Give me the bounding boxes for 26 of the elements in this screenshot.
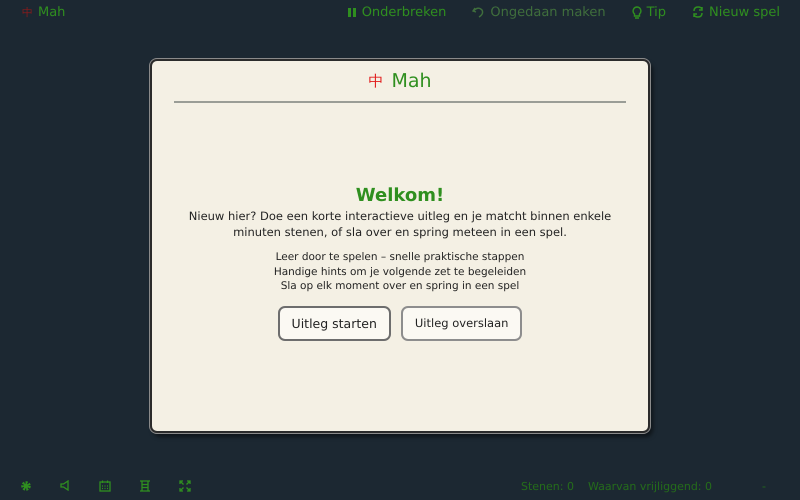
start-tutorial-button[interactable]: Uitleg starten xyxy=(278,306,391,340)
status-text: - xyxy=(762,480,766,492)
stat-text: Waarvan vrijliggend: 0 xyxy=(588,480,712,492)
calendar-icon[interactable] xyxy=(99,480,111,492)
stack-icon[interactable] xyxy=(139,480,151,492)
app-title: Mah xyxy=(38,4,66,20)
logo-glyph: 中 xyxy=(22,4,33,20)
lightbulb-icon xyxy=(632,6,642,18)
feature-text: Handige hints om je volgende zet te begeleiden xyxy=(274,264,526,279)
undo-icon xyxy=(472,6,486,18)
pause-icon xyxy=(346,6,357,18)
logo-glyph: 中 xyxy=(368,72,384,90)
settings-icon[interactable] xyxy=(20,480,32,492)
toolbar-button[interactable]: Onderbreken xyxy=(346,4,446,20)
intro-text: Nieuw hier? Doe een korte interactieve uitleg en je matcht binnen enkele minuten stenen, of sla over en spring meteen in een spel. xyxy=(188,208,612,240)
toolbar-button[interactable]: Nieuw spel xyxy=(692,4,780,20)
feature-text: Sla op elk moment over en spring in een spel xyxy=(280,279,520,294)
dialog-title: Mah xyxy=(391,70,432,92)
toolbar-button[interactable]: Tip xyxy=(632,4,666,20)
skip-tutorial-button[interactable]: Uitleg overslaan xyxy=(400,306,522,340)
fullscreen-icon[interactable] xyxy=(179,480,191,492)
refresh-icon xyxy=(692,6,704,18)
feature-text: Leer door te spelen – snelle praktische stappen xyxy=(276,250,524,264)
stat-text: Stenen: 0 xyxy=(520,480,574,492)
welcome-heading: Welkom! xyxy=(356,185,444,206)
speaker-icon[interactable] xyxy=(60,480,71,491)
